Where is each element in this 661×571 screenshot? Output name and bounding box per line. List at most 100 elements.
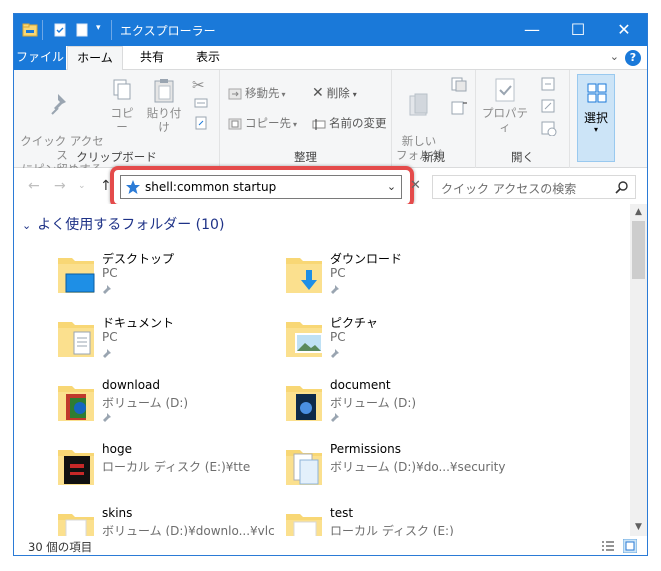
folder-tile[interactable]: Permissions ボリューム (D:)¥do...¥security: [284, 442, 505, 502]
folder-icon: [286, 514, 322, 536]
item-count: 30 個の項目: [28, 540, 93, 554]
folder-tile[interactable]: test ローカル ディスク (E:): [284, 506, 504, 536]
folder-name: test: [330, 506, 354, 520]
content-pane: ⌄ よく使用するフォルダー (10) デスクトップ PC ダウンロード PC ド…: [14, 204, 630, 536]
title-bar: ▾ エクスプローラー — ☐ ✕: [14, 14, 647, 46]
scroll-thumb[interactable]: [632, 221, 645, 279]
address-value: shell:common startup: [145, 180, 277, 194]
folder-location: ローカル ディスク (E:)¥tte: [102, 460, 251, 474]
tab-share[interactable]: 共有: [126, 46, 178, 70]
delete-button[interactable]: ✕ 削除 ▾: [312, 84, 357, 102]
status-bar: 30 個の項目: [14, 536, 647, 555]
forward-arrow-icon[interactable]: →: [54, 178, 66, 194]
chevron-down-icon: ⌄: [22, 219, 32, 232]
select-label: 選択: [583, 111, 608, 125]
folder-location: PC: [102, 330, 118, 344]
folder-tile[interactable]: download ボリューム (D:): [56, 378, 276, 438]
downloads-folder-icon: [286, 258, 322, 293]
copy-to-button[interactable]: コピー先 ▾: [228, 114, 297, 132]
tab-home[interactable]: ホーム: [67, 46, 123, 71]
scroll-down-icon[interactable]: ▼: [630, 519, 647, 536]
folder-icon: [286, 450, 322, 485]
folder-tile[interactable]: デスクトップ PC: [56, 250, 276, 310]
pin-icon: [103, 285, 111, 294]
move-to-label: 移動先: [245, 86, 280, 100]
copy-icon: [113, 79, 131, 100]
back-arrow-icon[interactable]: ←: [28, 178, 40, 194]
dropdown-icon: ▾: [593, 125, 598, 134]
customize-qat-icon[interactable]: ▾: [96, 23, 101, 33]
delete-x-icon: ✕: [312, 85, 324, 101]
tab-view[interactable]: 表示: [184, 46, 232, 70]
copy-to-label: コピー先: [245, 116, 291, 130]
open-icon[interactable]: [540, 76, 558, 92]
select-button[interactable]: 選択 ▾: [577, 74, 615, 162]
folder-tile[interactable]: ドキュメント PC: [56, 314, 276, 374]
folder-tile[interactable]: skins ボリューム (D:)¥downlo...¥vlc: [56, 506, 276, 536]
properties-label: プロパティ: [482, 106, 528, 134]
collapse-ribbon-icon[interactable]: ⌄: [610, 50, 619, 63]
frequent-folders-header[interactable]: ⌄ よく使用するフォルダー (10): [22, 214, 224, 234]
scroll-up-icon[interactable]: ▲: [630, 204, 647, 221]
rename-button[interactable]: 名前の変更: [312, 114, 387, 132]
folder-tile[interactable]: hoge ローカル ディスク (E:)¥tte: [56, 442, 276, 502]
folder-tile[interactable]: ダウンロード PC: [284, 250, 504, 310]
pictures-folder-icon: [286, 322, 323, 357]
search-placeholder: クイック アクセスの検索: [441, 182, 577, 196]
edit-icon[interactable]: [540, 98, 558, 114]
close-button[interactable]: ✕: [601, 14, 647, 46]
new-folder-quick-icon[interactable]: [74, 22, 90, 38]
paste-label: 貼り付け: [146, 106, 182, 134]
copy-path-icon[interactable]: [194, 96, 208, 110]
search-box[interactable]: クイック アクセスの検索: [432, 175, 636, 199]
divider: [111, 20, 112, 40]
delete-label: 削除: [326, 86, 350, 100]
folder-location: PC: [102, 266, 118, 280]
recent-locations-icon[interactable]: ⌄: [78, 181, 86, 191]
folder-location: ボリューム (D:)¥downlo...¥vlc: [102, 524, 275, 536]
pin-icon: [103, 413, 111, 422]
quick-access-star-icon: [126, 180, 140, 194]
documents-folder-icon: [58, 322, 94, 357]
address-bar[interactable]: shell:common startup ⌄: [120, 175, 402, 199]
group-label-open: 開く: [511, 150, 534, 164]
navigation-bar: ← → ⌄ ↑ shell:common startup ⌄ ✕ クイック アク…: [14, 166, 647, 208]
folder-tile[interactable]: document ボリューム (D:): [284, 378, 504, 438]
rename-icon: [312, 118, 326, 130]
history-icon[interactable]: [540, 120, 558, 136]
folder-location: ローカル ディスク (E:): [330, 524, 454, 536]
folder-name: document: [330, 378, 391, 392]
large-icons-view-icon[interactable]: [623, 539, 637, 553]
section-title: よく使用するフォルダー (10): [37, 217, 225, 233]
folder-name: ドキュメント: [102, 316, 175, 330]
help-icon[interactable]: ?: [625, 50, 641, 66]
refresh-icon[interactable]: ✕: [410, 178, 426, 194]
tab-file[interactable]: ファイル: [14, 46, 66, 70]
properties-quick-icon[interactable]: [52, 22, 68, 38]
cut-icon[interactable]: ✂: [192, 76, 205, 94]
move-to-button[interactable]: 移動先 ▾: [228, 84, 286, 102]
folder-icon: [58, 514, 94, 536]
properties-button[interactable]: プロパティ: [480, 76, 530, 134]
window-title: エクスプローラー: [120, 24, 216, 38]
new-item-icon[interactable]: [450, 76, 468, 92]
address-dropdown-icon[interactable]: ⌄: [381, 176, 401, 198]
minimize-button[interactable]: —: [509, 14, 555, 46]
group-label-new: 新規: [422, 150, 445, 164]
maximize-button[interactable]: ☐: [555, 14, 601, 46]
folder-location: PC: [330, 266, 346, 280]
vertical-scrollbar[interactable]: ▲ ▼: [630, 204, 647, 536]
paste-button[interactable]: 貼り付け: [142, 76, 186, 134]
dropdown-icon: ▾: [293, 120, 298, 129]
group-clipboard: クイック アクセス にピン留めする コピー 貼り付け ✂: [14, 70, 220, 176]
copy-button[interactable]: コピー: [106, 76, 138, 134]
folder-icon: [286, 386, 322, 421]
paste-icon: [154, 79, 174, 103]
easy-access-icon[interactable]: [450, 100, 468, 116]
divider: [42, 20, 43, 40]
details-view-icon[interactable]: [601, 539, 615, 553]
folder-tile[interactable]: ピクチャ PC: [284, 314, 504, 374]
paste-shortcut-icon[interactable]: [194, 116, 208, 130]
search-icon[interactable]: [615, 180, 629, 194]
folder-icon: [58, 386, 94, 421]
